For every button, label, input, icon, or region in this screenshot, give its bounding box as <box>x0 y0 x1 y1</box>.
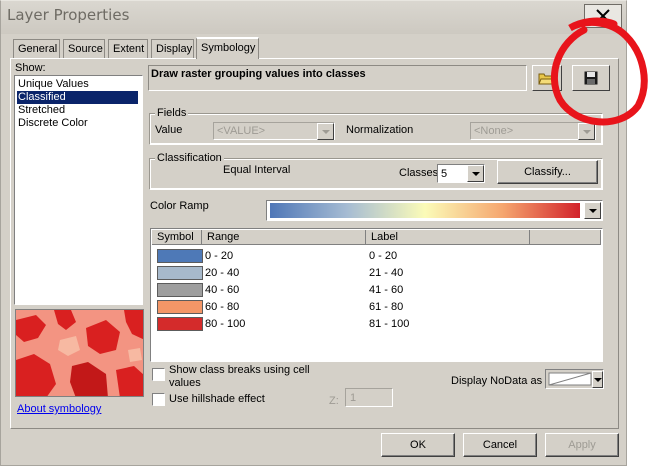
normalization-label: Normalization <box>346 124 414 136</box>
hillshade-label: Use hillshade effect <box>169 393 265 405</box>
tab-label: Symbology <box>201 42 256 54</box>
tab-source[interactable]: Source <box>63 39 105 58</box>
show-class-breaks-label: Show class breaks using cell values <box>169 364 310 389</box>
ok-button-label: OK <box>410 439 426 451</box>
label-cell: 0 - 20 <box>369 250 398 262</box>
cancel-button-label: Cancel <box>482 439 518 451</box>
table-row[interactable]: 0 - 20 0 - 20 <box>151 248 601 265</box>
color-ramp-label: Color Ramp <box>150 200 209 212</box>
show-label: Show: <box>15 62 46 74</box>
color-ramp-dropdown[interactable] <box>266 200 603 221</box>
table-row[interactable]: 80 - 100 81 - 100 <box>151 316 601 333</box>
red-annotation-circle <box>550 17 648 126</box>
list-item-stretched[interactable]: Stretched <box>17 104 138 117</box>
apply-button[interactable]: Apply <box>545 433 619 457</box>
label-cell: 41 - 60 <box>369 284 404 296</box>
symbol-swatch[interactable] <box>157 249 203 263</box>
nodata-label: Display NoData as <box>451 375 543 387</box>
chevron-down-icon <box>467 165 484 182</box>
symbol-swatch[interactable] <box>157 317 203 331</box>
renderer-list[interactable]: Unique Values Classified Stretched Discr… <box>14 75 143 305</box>
description-text: Draw raster grouping values into classes <box>151 68 366 80</box>
symbol-swatch[interactable] <box>157 266 203 280</box>
ok-button[interactable]: OK <box>381 433 455 457</box>
tab-symbology[interactable]: Symbology <box>196 37 259 59</box>
chevron-down-icon <box>592 371 603 388</box>
column-header-label[interactable]: Label <box>366 230 530 245</box>
label-cell: 61 - 80 <box>369 301 404 313</box>
about-symbology-link[interactable]: About symbology <box>17 403 101 415</box>
column-header-symbol[interactable]: Symbol <box>152 230 202 245</box>
z-label: Z: <box>329 395 339 407</box>
value-dropdown-text: <VALUE> <box>217 125 266 137</box>
chevron-down-icon <box>317 123 334 140</box>
table-row[interactable]: 60 - 80 61 - 80 <box>151 299 601 316</box>
list-item-unique-values[interactable]: Unique Values <box>17 78 138 91</box>
range-cell: 80 - 100 <box>205 318 246 330</box>
classification-method: Equal Interval <box>223 164 291 176</box>
classify-button[interactable]: Classify... <box>497 160 598 184</box>
title-bar: Layer Properties <box>1 1 626 34</box>
symbol-table[interactable]: Symbol Range Label 0 - 20 0 - 20 20 - 40… <box>150 228 603 362</box>
classification-group-label: Classification <box>155 152 224 164</box>
label-cell: 81 - 100 <box>369 318 410 330</box>
list-item-classified[interactable]: Classified <box>17 91 138 104</box>
column-header-blank <box>530 230 601 245</box>
symbol-swatch[interactable] <box>157 283 203 297</box>
range-cell: 60 - 80 <box>205 301 240 313</box>
range-cell: 0 - 20 <box>205 250 234 262</box>
range-cell: 40 - 60 <box>205 284 240 296</box>
window-title: Layer Properties <box>7 6 130 24</box>
tab-extent[interactable]: Extent <box>108 39 148 58</box>
chevron-down-icon <box>584 202 601 219</box>
tab-display[interactable]: Display <box>151 39 194 58</box>
nodata-color-dropdown[interactable] <box>545 369 604 389</box>
classify-button-label: Classify... <box>524 166 571 178</box>
fields-group-label: Fields <box>155 107 189 119</box>
symbology-preview-image <box>15 309 144 397</box>
range-cell: 20 - 40 <box>205 267 240 279</box>
nodata-swatch-icon <box>548 372 592 386</box>
z-factor-input[interactable]: 1 <box>345 388 393 407</box>
apply-button-label: Apply <box>568 439 596 451</box>
classes-label: Classes <box>399 167 439 179</box>
tab-label: General <box>18 43 58 55</box>
normalization-dropdown-text: <None> <box>474 125 514 137</box>
color-ramp-swatch <box>270 203 580 218</box>
tab-label: Source <box>68 43 103 55</box>
tab-label: Extent <box>113 43 145 55</box>
value-dropdown[interactable]: <VALUE> <box>213 122 335 140</box>
raster-preview <box>16 310 143 396</box>
z-value: 1 <box>350 392 357 404</box>
classes-dropdown[interactable]: 5 <box>437 164 485 183</box>
cancel-button[interactable]: Cancel <box>463 433 537 457</box>
description-box: Draw raster grouping values into classes <box>148 65 527 91</box>
table-row[interactable]: 40 - 60 41 - 60 <box>151 282 601 299</box>
symbol-swatch[interactable] <box>157 300 203 314</box>
layer-properties-dialog: Layer Properties General Source Extent D… <box>0 0 627 466</box>
table-row[interactable]: 20 - 40 21 - 40 <box>151 265 601 282</box>
tab-general[interactable]: General <box>13 39 60 58</box>
label-cell: 21 - 40 <box>369 267 404 279</box>
show-class-breaks-checkbox[interactable] <box>152 368 165 381</box>
hillshade-checkbox[interactable] <box>152 393 165 406</box>
list-item-discrete-color[interactable]: Discrete Color <box>17 117 138 130</box>
tab-label: Display <box>156 43 193 55</box>
column-header-range[interactable]: Range <box>202 230 366 245</box>
classes-value: 5 <box>441 168 448 180</box>
value-label: Value <box>155 124 183 136</box>
